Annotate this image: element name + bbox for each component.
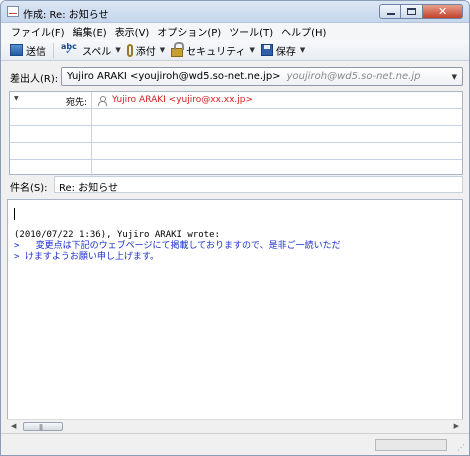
send-label: 送信 [26,46,46,58]
chevron-down-icon: ▼ [14,95,19,102]
spell-dropdown-icon[interactable]: ▼ [115,46,120,54]
status-bar: ⋰ [1,433,469,455]
menu-tools[interactable]: ツール(T) [225,24,277,39]
recipient-type-cell[interactable] [10,126,92,142]
message-body[interactable]: (2010/07/22 1:36), Yujiro ARAKI wrote: > … [7,199,463,432]
security-label: セキュリティ [186,46,246,58]
recipient-row-empty[interactable] [10,143,462,160]
recipient-type-cell[interactable] [10,109,92,125]
recipient-row-empty[interactable] [10,126,462,143]
recipient-row-empty[interactable] [10,109,462,126]
save-label: 保存 [275,46,296,58]
title-bar: 作成: Re: お知らせ ✕ [1,1,469,23]
from-select[interactable]: Yujiro ARAKI <youjiroh@wd5.so-net.ne.jp>… [61,67,463,86]
compose-icon [7,6,19,17]
floppy-disk-icon [260,44,273,56]
subject-row: 件名(S): Re: お知らせ [1,175,469,195]
from-secondary: youjiroh@wd5.so-net.ne.jp [286,71,421,82]
recipient-row[interactable]: ▼ 宛先: Yujiro ARAKI <yujiro@xx.xx.jp> [10,92,462,109]
menu-bar: ファイル(F) 編集(E) 表示(V) オプション(P) ツール(T) ヘルプ(… [1,23,469,40]
recipient-type-label: 宛先: [65,98,87,108]
spell-button[interactable]: abc スペル ▼ [58,41,124,60]
menu-view[interactable]: 表示(V) [111,24,154,39]
recipient-type-cell[interactable] [10,143,92,159]
recipient-type-select[interactable]: ▼ 宛先: [10,92,92,108]
subject-input[interactable]: Re: お知らせ [54,176,463,194]
maximize-icon [407,8,416,15]
scroll-right-icon[interactable]: ▶ [454,422,459,430]
recipient-text: Yujiro ARAKI <yujiro@xx.xx.jp> [112,95,254,105]
menu-help[interactable]: ヘルプ(H) [277,24,330,39]
spell-label: スペル [82,46,112,58]
quoted-line: > けますようお願い申し上げます。 [14,252,159,262]
compose-window: 作成: Re: お知らせ ✕ ファイル(F) 編集(E) 表示(V) オプション… [0,0,470,456]
status-pane [375,439,447,451]
spellcheck-icon: abc [61,43,79,57]
menu-file[interactable]: ファイル(F) [7,24,69,39]
grip-icon: ||| [39,424,43,431]
subject-label: 件名(S): [10,183,48,194]
from-label: 差出人(R): [10,74,59,85]
save-button[interactable]: 保存 ▼ [258,41,308,60]
recipient-address[interactable]: Yujiro ARAKI <yujiro@xx.xx.jp> [98,95,254,106]
person-icon [98,95,107,106]
attach-button[interactable]: 添付 ▼ [124,41,168,60]
close-icon: ✕ [438,5,448,18]
minimize-icon [387,13,395,15]
text-caret [14,208,15,220]
lock-icon [171,42,185,57]
resize-grip-icon[interactable]: ⋰ [457,443,465,452]
close-button[interactable]: ✕ [423,4,463,19]
toolbar-separator [53,42,54,58]
from-row: 差出人(R): Yujiro ARAKI <youjiroh@wd5.so-ne… [1,65,469,87]
window-title: 作成: Re: お知らせ [23,10,109,21]
security-button[interactable]: セキュリティ ▼ [168,41,258,60]
message-text: (2010/07/22 1:36), Yujiro ARAKI wrote: > … [14,230,341,263]
attach-dropdown-icon[interactable]: ▼ [160,46,165,54]
paperclip-icon [126,43,133,57]
quoted-line: > 変更点は下記のウェブページにて掲載しておりますので、是非ご一読いただ [14,241,341,251]
attach-label: 添付 [135,46,156,58]
menu-options[interactable]: オプション(P) [153,24,225,39]
attribution-line: (2010/07/22 1:36), Yujiro ARAKI wrote: [14,230,220,240]
send-button[interactable]: 送信 [7,41,49,60]
recipient-list: ▼ 宛先: Yujiro ARAKI <yujiro@xx.xx.jp> [9,91,463,176]
chevron-down-icon: ▼ [451,73,457,81]
menu-edit[interactable]: 編集(E) [69,24,111,39]
from-value: Yujiro ARAKI <youjiroh@wd5.so-net.ne.jp> [67,71,281,82]
scroll-left-icon[interactable]: ◀ [11,422,16,430]
save-dropdown-icon[interactable]: ▼ [300,46,305,54]
minimize-button[interactable] [379,4,401,19]
security-dropdown-icon[interactable]: ▼ [250,46,255,54]
send-icon [10,44,23,56]
maximize-button[interactable] [401,4,423,19]
window-controls: ✕ [379,4,463,19]
toolbar: 送信 abc スペル ▼ 添付 ▼ セキュリティ ▼ 保存 ▼ [1,40,469,61]
recipient-type-cell[interactable] [10,160,92,176]
horizontal-scrollbar[interactable]: ◀ ||| ▶ [7,419,463,432]
scrollbar-thumb[interactable]: ||| [23,422,63,431]
